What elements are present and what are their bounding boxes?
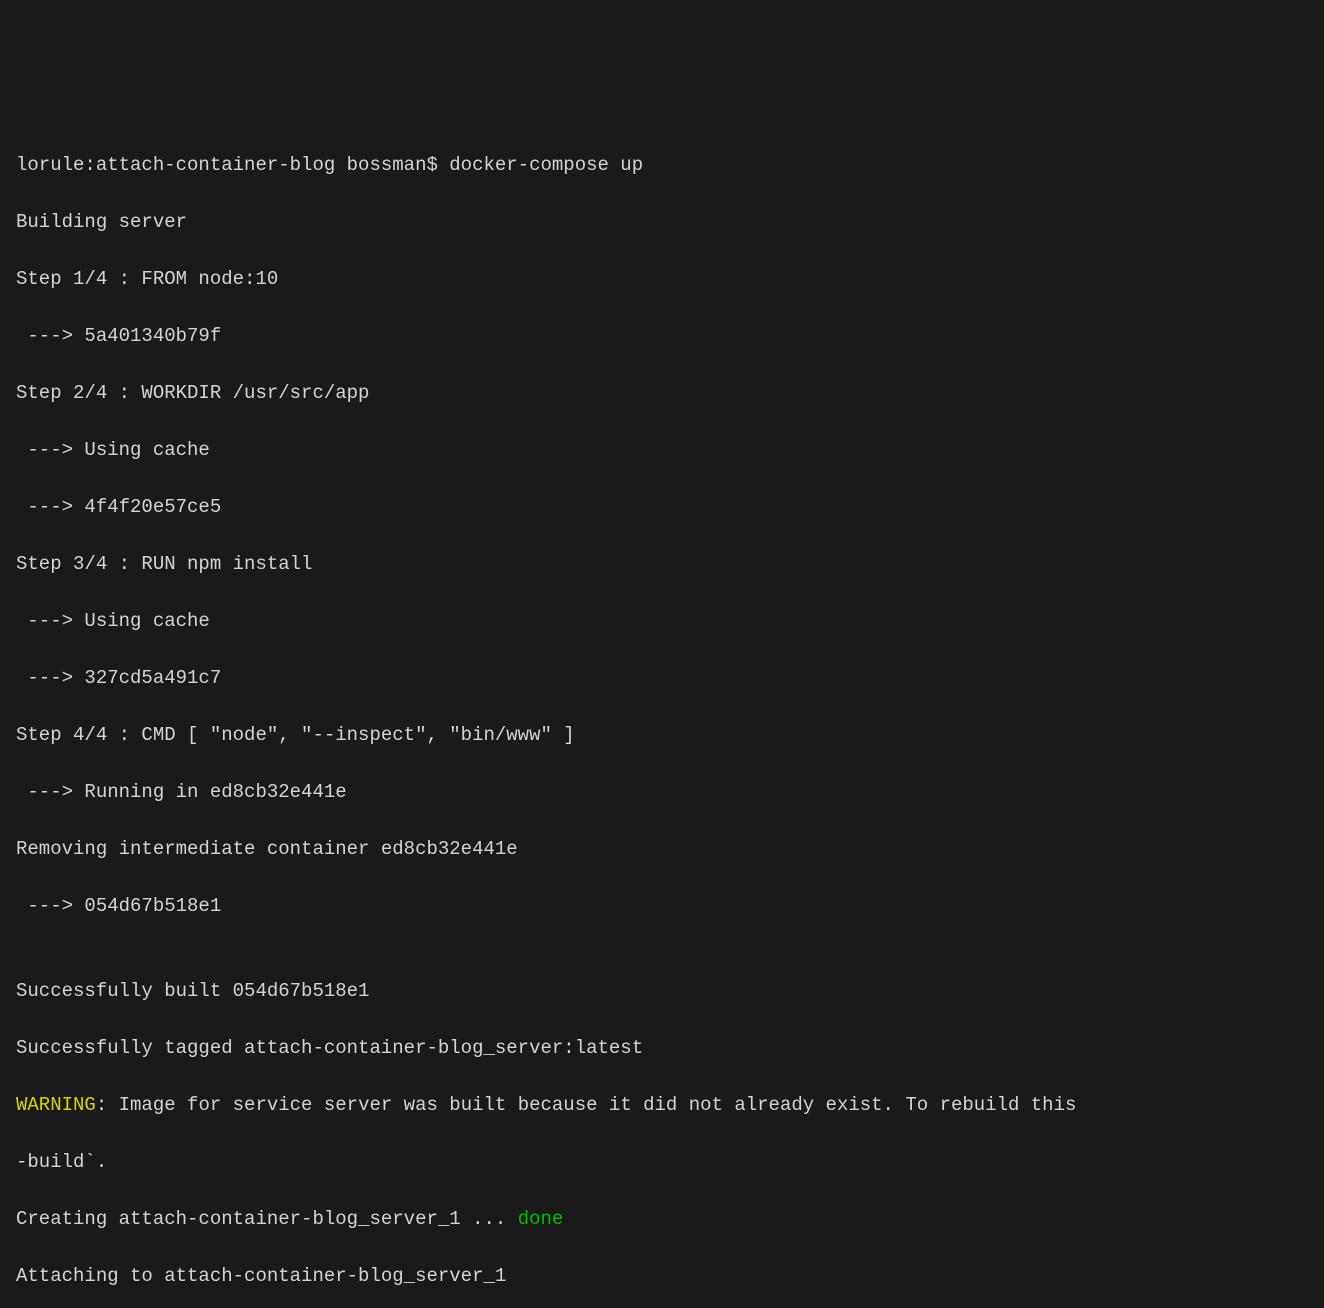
output-line: ---> Running in ed8cb32e441e: [16, 778, 1308, 807]
warning-label: WARNING: [16, 1094, 96, 1116]
prompt-line: lorule:attach-container-blog bossman$ do…: [16, 151, 1308, 180]
output-line: Step 2/4 : WORKDIR /usr/src/app: [16, 379, 1308, 408]
creating-line: Creating attach-container-blog_server_1 …: [16, 1205, 1308, 1234]
output-line: Building server: [16, 208, 1308, 237]
done-status: done: [518, 1208, 564, 1230]
output-line: ---> Using cache: [16, 607, 1308, 636]
output-line: -build`.: [16, 1148, 1308, 1177]
entered-command: docker-compose up: [449, 154, 643, 176]
output-line: Removing intermediate container ed8cb32e…: [16, 835, 1308, 864]
shell-prompt: lorule:attach-container-blog bossman$: [16, 154, 449, 176]
warning-line: WARNING: Image for service server was bu…: [16, 1091, 1308, 1120]
output-line: Step 3/4 : RUN npm install: [16, 550, 1308, 579]
output-line: ---> 327cd5a491c7: [16, 664, 1308, 693]
output-line: ---> 5a401340b79f: [16, 322, 1308, 351]
output-line: ---> Using cache: [16, 436, 1308, 465]
output-line: Attaching to attach-container-blog_serve…: [16, 1262, 1308, 1291]
output-line: Successfully built 054d67b518e1: [16, 977, 1308, 1006]
output-line: ---> 4f4f20e57ce5: [16, 493, 1308, 522]
output-line: Step 1/4 : FROM node:10: [16, 265, 1308, 294]
terminal-output[interactable]: lorule:attach-container-blog bossman$ do…: [16, 122, 1308, 760]
output-line: ---> 054d67b518e1: [16, 892, 1308, 921]
output-line: Step 4/4 : CMD [ "node", "--inspect", "b…: [16, 721, 1308, 750]
warning-text: : Image for service server was built bec…: [96, 1094, 1077, 1116]
creating-text: Creating attach-container-blog_server_1 …: [16, 1208, 518, 1230]
output-line: Successfully tagged attach-container-blo…: [16, 1034, 1308, 1063]
